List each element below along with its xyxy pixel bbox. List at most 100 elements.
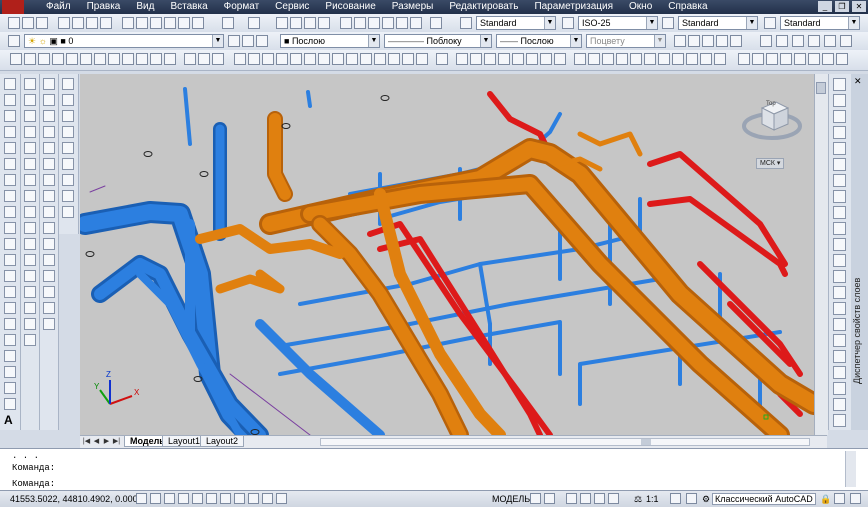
layer-manager-icon[interactable] <box>8 35 20 47</box>
edit-table-icon[interactable] <box>43 302 55 314</box>
render-icon[interactable] <box>674 35 686 47</box>
match-properties-icon[interactable] <box>164 17 176 29</box>
point-icon[interactable] <box>4 286 16 298</box>
brush-icon[interactable] <box>43 78 55 90</box>
lasso-icon[interactable] <box>602 53 614 65</box>
polyline-icon[interactable] <box>4 110 16 122</box>
table-style-icon[interactable] <box>662 17 674 29</box>
3d-subtract-icon[interactable] <box>833 350 846 363</box>
zoom-in-icon[interactable] <box>738 53 750 65</box>
rectangle-icon[interactable] <box>4 142 16 154</box>
revcloud-icon[interactable] <box>4 190 16 202</box>
palette-icon[interactable] <box>62 78 74 90</box>
stretch-icon[interactable] <box>24 206 36 218</box>
draworder-under-icon[interactable] <box>62 142 74 154</box>
modify-text-icon[interactable] <box>554 53 566 65</box>
3d-helix-icon[interactable] <box>833 222 846 235</box>
prev-tab-icon[interactable]: ◀ <box>92 437 101 446</box>
osnap-icon[interactable] <box>206 493 217 504</box>
snap-node-icon[interactable] <box>388 53 400 65</box>
command-prompt[interactable]: Команда: <box>12 479 55 489</box>
ucs-3point-icon[interactable] <box>122 53 134 65</box>
snap-intersection-icon[interactable] <box>262 53 274 65</box>
menu-file[interactable]: Файл <box>38 0 79 14</box>
model-viewport[interactable]: X Y Z Top МСК ▾ <box>80 74 814 435</box>
zoom-previous-icon[interactable] <box>318 17 330 29</box>
snap-none-icon[interactable] <box>416 53 428 65</box>
ducs-icon[interactable] <box>248 493 259 504</box>
plot-icon[interactable] <box>100 17 112 29</box>
otrack-icon[interactable] <box>234 493 245 504</box>
3d-revolve-icon[interactable] <box>833 302 846 315</box>
block-icon[interactable] <box>192 17 204 29</box>
close-icon[interactable]: ✕ <box>852 1 866 12</box>
print-icon[interactable] <box>58 17 70 29</box>
modify-attribute-icon[interactable] <box>540 53 552 65</box>
move-icon[interactable] <box>24 158 36 170</box>
boundary-icon[interactable] <box>686 53 698 65</box>
continuous-orbit-icon[interactable] <box>212 53 224 65</box>
zoom-extents-icon[interactable] <box>780 53 792 65</box>
join-icon[interactable] <box>24 286 36 298</box>
material-icon[interactable] <box>688 35 700 47</box>
gradient-icon[interactable] <box>4 318 16 330</box>
steering-wheel-icon[interactable] <box>594 493 605 504</box>
layer-previous-icon[interactable] <box>242 35 254 47</box>
dim-front-icon[interactable] <box>62 174 74 186</box>
publish-icon[interactable] <box>86 17 98 29</box>
zoom-window-icon[interactable] <box>304 17 316 29</box>
properties-icon[interactable] <box>340 17 352 29</box>
3d-polyline-icon[interactable] <box>833 94 846 107</box>
visual-style-hidden-icon[interactable] <box>792 35 804 47</box>
workspace-gear-icon[interactable]: ⚙ <box>702 493 710 505</box>
clean-screen-icon[interactable] <box>850 493 861 504</box>
open-icon[interactable] <box>22 17 34 29</box>
3d-torus-icon[interactable] <box>833 190 846 203</box>
ucs-face-icon[interactable] <box>52 53 64 65</box>
edit-polyline-icon[interactable] <box>43 94 55 106</box>
3d-move-icon[interactable] <box>833 382 846 395</box>
chamfer-icon[interactable] <box>24 302 36 314</box>
3d-union-icon[interactable] <box>833 334 846 347</box>
menu-help[interactable]: Справка <box>660 0 715 14</box>
mirror-object-icon[interactable] <box>24 110 36 122</box>
snap-perpendicular-icon[interactable] <box>346 53 358 65</box>
menu-insert[interactable]: Вставка <box>162 0 215 14</box>
draworder-back-icon[interactable] <box>62 110 74 122</box>
snap-endpoint-icon[interactable] <box>234 53 246 65</box>
tab-layout2[interactable]: Layout2 <box>200 436 245 447</box>
help-icon[interactable] <box>430 17 442 29</box>
zoom-status-icon[interactable] <box>580 493 591 504</box>
wipeout-icon[interactable] <box>630 53 642 65</box>
snap-center-icon[interactable] <box>304 53 316 65</box>
lineweight-select[interactable]: ―― Послою ▼ <box>496 34 582 48</box>
3d-presspull-icon[interactable] <box>833 270 846 283</box>
3d-loft-icon[interactable] <box>833 318 846 331</box>
zoom-dynamic-icon[interactable] <box>836 53 848 65</box>
lineweight-icon[interactable] <box>276 493 287 504</box>
edit-multiline-icon[interactable] <box>43 126 55 138</box>
menu-dimension[interactable]: Размеры <box>384 0 442 14</box>
3d-box-icon[interactable] <box>833 110 846 123</box>
restore-icon[interactable]: ❐ <box>835 1 849 12</box>
hardware-acceleration-icon[interactable] <box>834 493 845 504</box>
dyn-icon[interactable] <box>262 493 273 504</box>
snap-mode-icon[interactable] <box>150 493 161 504</box>
cut-icon[interactable] <box>122 17 134 29</box>
wcs-menu[interactable]: МСК ▾ <box>756 158 785 169</box>
snap-tangent-icon[interactable] <box>332 53 344 65</box>
horizontal-scrollbar[interactable] <box>320 438 810 446</box>
ucs-x-icon[interactable] <box>136 53 148 65</box>
block-editor-icon[interactable] <box>178 17 190 29</box>
add-selected-icon[interactable] <box>4 382 16 394</box>
command-scrollbar[interactable] <box>845 451 856 487</box>
first-tab-icon[interactable]: |◀ <box>82 437 91 446</box>
ucs-world-icon[interactable] <box>24 53 36 65</box>
table-insert-icon[interactable] <box>4 398 16 410</box>
snap-extension-icon[interactable] <box>290 53 302 65</box>
erase-icon[interactable] <box>24 78 36 90</box>
make-current-icon[interactable] <box>228 35 240 47</box>
visual-style-2d-icon[interactable] <box>760 35 772 47</box>
paste-icon[interactable] <box>150 17 162 29</box>
modify-ii-icon[interactable] <box>574 53 586 65</box>
